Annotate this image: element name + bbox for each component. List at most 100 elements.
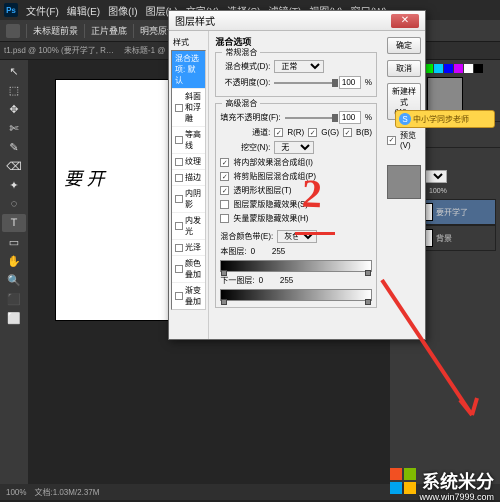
checkbox[interactable] <box>175 265 183 273</box>
channel-g[interactable] <box>308 128 317 137</box>
range-hi: 255 <box>272 247 285 256</box>
swatch[interactable] <box>474 64 483 73</box>
menu-file[interactable]: 文件(F) <box>26 3 59 18</box>
check-transparency-shapes[interactable] <box>220 186 229 195</box>
separator <box>26 24 27 38</box>
blend-if-select[interactable]: 灰色 <box>277 230 317 243</box>
swatch[interactable] <box>444 64 453 73</box>
style-bevel[interactable]: 斜面和浮雕 <box>172 89 205 127</box>
checkbox[interactable] <box>175 136 183 144</box>
lasso-tool[interactable]: ✥ <box>2 100 26 118</box>
swatch[interactable] <box>464 64 473 73</box>
brush-tool[interactable]: ✦ <box>2 176 26 194</box>
ok-button[interactable]: 确定 <box>387 37 421 54</box>
hand-tool[interactable]: ✋ <box>2 252 26 270</box>
opacity-value[interactable]: 100% <box>429 188 447 195</box>
preview-swatch <box>387 165 421 199</box>
percent: % <box>365 78 372 87</box>
dialog-body: 样式 混合选项: 默认 斜面和浮雕 等高线 纹理 描边 内阴影 内发光 光泽 颜… <box>169 31 425 339</box>
knockout-select[interactable]: 无 <box>274 141 314 154</box>
style-inner-shadow[interactable]: 内阴影 <box>172 186 205 213</box>
check-layer-mask-hides[interactable] <box>220 200 229 209</box>
menu-image[interactable]: 图像(I) <box>108 3 137 18</box>
settings-column: 混合选项 常规混合 混合模式(D): 正常 不透明度(O): % 高级混合 填充… <box>209 31 383 339</box>
zoom-tool[interactable]: 🔍 <box>2 271 26 289</box>
style-blending-options[interactable]: 混合选项: 默认 <box>172 51 205 89</box>
menu-edit[interactable]: 编辑(E) <box>67 3 100 18</box>
color-preview[interactable] <box>427 77 463 113</box>
close-button[interactable]: ✕ <box>391 14 419 28</box>
swatch[interactable] <box>454 64 463 73</box>
group-general-blend: 常规混合 混合模式(D): 正常 不透明度(O): % <box>215 52 377 97</box>
separator <box>84 24 85 38</box>
style-satin[interactable]: 光泽 <box>172 240 205 256</box>
dialog-titlebar[interactable]: 图层样式 ✕ <box>169 11 425 31</box>
style-inner-glow[interactable]: 内发光 <box>172 213 205 240</box>
style-contour[interactable]: 等高线 <box>172 127 205 154</box>
canvas[interactable]: 要 开 <box>56 80 186 320</box>
move-tool[interactable]: ↖ <box>2 62 26 80</box>
swatch[interactable] <box>434 64 443 73</box>
zoom-level[interactable]: 100% <box>6 488 26 497</box>
group-advanced-blend: 高级混合 填充不透明度(F): % 通道: R(R) G(G) B(B) 挖空(… <box>215 103 377 308</box>
blend-mode-label: 混合模式(D): <box>220 61 270 72</box>
this-layer-label: 本图层: <box>220 246 246 257</box>
underlying-gradient[interactable] <box>220 289 372 301</box>
checkbox[interactable] <box>175 292 183 300</box>
styles-column: 样式 混合选项: 默认 斜面和浮雕 等高线 纹理 描边 内阴影 内发光 光泽 颜… <box>169 31 209 339</box>
styles-list[interactable]: 混合选项: 默认 斜面和浮雕 等高线 纹理 描边 内阴影 内发光 光泽 颜色叠加… <box>171 50 206 310</box>
layer-name[interactable]: 背景 <box>436 233 452 244</box>
doc-size: 文档:1.03M/2.37M <box>34 487 99 498</box>
check-blend-interior[interactable] <box>220 158 229 167</box>
footer-url: www.win7999.com <box>419 492 494 502</box>
fill-slider[interactable] <box>285 117 335 119</box>
checkbox[interactable] <box>175 158 183 166</box>
opacity-input[interactable] <box>339 76 361 89</box>
style-gradient-overlay[interactable]: 渐变叠加 <box>172 283 205 310</box>
marquee-tool[interactable]: ⬚ <box>2 81 26 99</box>
layer-style-dialog[interactable]: 图层样式 ✕ 样式 混合选项: 默认 斜面和浮雕 等高线 纹理 描边 内阴影 内… <box>168 10 426 340</box>
layer-name[interactable]: 要开学了 <box>436 207 468 218</box>
check-vector-mask-hides[interactable] <box>220 214 229 223</box>
tool-preset-icon[interactable] <box>6 24 20 38</box>
browser-watermark: S 中小学同步老师 <box>395 110 495 128</box>
checkbox[interactable] <box>175 195 183 203</box>
options-label-2[interactable]: 正片叠底 <box>91 24 127 37</box>
knockout-label: 挖空(N): <box>220 142 270 153</box>
healing-tool[interactable]: ⌫ <box>2 157 26 175</box>
options-label-1: 未标题前景 <box>33 24 78 37</box>
eyedropper-tool[interactable]: ✎ <box>2 138 26 156</box>
channel-b[interactable] <box>343 128 352 137</box>
preview-checkbox[interactable] <box>387 136 396 145</box>
style-color-overlay[interactable]: 颜色叠加 <box>172 256 205 283</box>
checkbox[interactable] <box>175 222 183 230</box>
underlying-label: 下一图层: <box>220 275 254 286</box>
blend-if-label: 混合颜色带(E): <box>220 231 273 242</box>
style-texture[interactable]: 纹理 <box>172 154 205 170</box>
this-layer-gradient[interactable] <box>220 260 372 272</box>
type-tool[interactable]: T <box>2 214 26 232</box>
blend-mode-select[interactable]: 正常 <box>274 60 324 73</box>
footer-brand: 系统米分 <box>422 468 494 494</box>
checkbox[interactable] <box>175 104 183 112</box>
check-blend-clipped[interactable] <box>220 172 229 181</box>
separator <box>133 24 134 38</box>
opacity-label: 不透明度(O): <box>220 77 270 88</box>
fill-input[interactable] <box>339 111 361 124</box>
range-lo: 0 <box>251 247 255 256</box>
background-color[interactable]: ⬜ <box>2 309 26 327</box>
tab-1[interactable]: t1.psd @ 100% (要开学了, R… <box>4 45 114 56</box>
shape-tool[interactable]: ▭ <box>2 233 26 251</box>
canvas-text[interactable]: 要 开 <box>64 165 105 191</box>
opacity-slider[interactable] <box>274 82 335 84</box>
checkbox[interactable] <box>175 244 183 252</box>
cancel-button[interactable]: 取消 <box>387 60 421 77</box>
style-stroke[interactable]: 描边 <box>172 170 205 186</box>
checkbox[interactable] <box>175 174 183 182</box>
foreground-color[interactable]: ⬛ <box>2 290 26 308</box>
channel-r[interactable] <box>274 128 283 137</box>
channels-label: 通道: <box>220 127 270 138</box>
wm-icon: S <box>399 113 411 125</box>
stamp-tool[interactable]: ◌ <box>2 195 26 213</box>
crop-tool[interactable]: ✄ <box>2 119 26 137</box>
